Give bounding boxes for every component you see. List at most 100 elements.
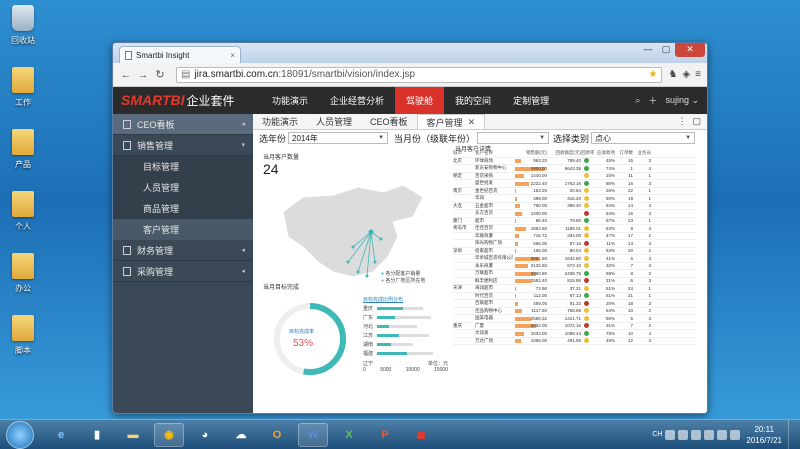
tray-icon[interactable] xyxy=(665,429,676,440)
sidebar-item-ceo-board[interactable]: CEO看板 ◂ xyxy=(113,114,253,135)
table-row[interactable]: 南京 金世纪百货 163.20 20.64 26% 22 1 xyxy=(453,188,696,195)
table-row[interactable]: 保定 百货采购 1440.00 10% 11 1 xyxy=(453,173,696,180)
sidebar-item-finance[interactable]: 财务管理 ◂ xyxy=(113,240,253,261)
table-row[interactable]: 国美电器 2560.32 1421.71 56% 5 3 xyxy=(453,315,696,323)
browser-tab[interactable]: Smartbi Insight × xyxy=(119,46,241,63)
reload-icon[interactable]: ↻ xyxy=(153,68,167,81)
table-row[interactable]: 阳光购物广场 566.00 97.16 11% 14 3 xyxy=(453,240,696,248)
word-icon[interactable]: W xyxy=(298,422,328,447)
maximize-button[interactable]: ▢ xyxy=(657,43,675,57)
table-cell: 3 xyxy=(648,270,651,276)
excel-icon[interactable]: X xyxy=(334,423,364,447)
table-row[interactable]: 厦门 超市 86.40 79.80 87% 23 1 xyxy=(453,218,696,225)
table-row[interactable]: 永乐商厦 2132.60 672.10 32% 7 3 xyxy=(453,263,696,270)
address-bar[interactable]: ▤ jira.smartbi.com.cn :18091/smartbi/vis… xyxy=(176,66,663,83)
desktop-icon-product[interactable]: 产品 xyxy=(4,126,42,186)
add-icon[interactable]: ＋ xyxy=(648,94,657,107)
table-row[interactable]: 盛世批发 2222.40 1762.16 80% 16 3 xyxy=(453,180,696,188)
table-row[interactable]: 万联超市 3460.80 2408.76 69% 8 3 xyxy=(453,270,696,278)
table-row[interactable]: 鲜丰便利店 2592.40 815.86 31% 6 3 xyxy=(453,278,696,285)
window-titlebar[interactable]: Smartbi Insight × — ▢ ✕ xyxy=(113,43,707,63)
chrome-icon[interactable]: ◉ xyxy=(154,422,184,447)
sidebar-subitem-targets[interactable]: 目标管理 xyxy=(113,156,253,177)
tab-customers[interactable]: 客户管理 ✕ xyxy=(416,114,486,129)
sidebar-item-procurement[interactable]: 采购管理 ◂ xyxy=(113,261,253,282)
ie-icon[interactable]: e xyxy=(46,423,76,447)
more-icon[interactable]: ⋮ xyxy=(677,116,686,127)
nav-item-my-space[interactable]: 我的空间 xyxy=(444,87,502,114)
tray-icon[interactable] xyxy=(691,429,702,440)
pdf-icon[interactable]: ◼ xyxy=(406,423,436,447)
qq-icon[interactable]: ◕ xyxy=(190,423,220,447)
table-row[interactable]: 深圳 佰家超市 165.00 90.04 63% 20 2 xyxy=(453,248,696,255)
table-row[interactable]: 万达广场 1056.00 491.98 49% 12 3 xyxy=(453,338,696,345)
table-row[interactable]: 大连 五金超市 760.00 369.40 54% 14 3 xyxy=(453,202,696,210)
table-row[interactable]: 北京 环球商场 963.20 789.40 45% 15 3 xyxy=(453,158,696,165)
nav-item-cockpit[interactable]: 驾驶舱 xyxy=(395,87,445,114)
show-desktop-button[interactable] xyxy=(788,419,800,449)
powerpoint-icon[interactable]: P xyxy=(370,423,400,447)
user-name: sujing xyxy=(665,95,689,105)
table-row[interactable]: 新东安购物中心 4900.00 6643.35 74% 1 4 xyxy=(453,165,696,173)
clock[interactable]: 20:11 2016/7/21 xyxy=(740,424,788,446)
tab-demo[interactable]: 功能演示 xyxy=(253,114,307,129)
tray-icon[interactable] xyxy=(678,429,689,440)
cloud-icon[interactable]: ☁ xyxy=(226,423,256,447)
table-row[interactable]: 华联商厦 716.72 334.00 47% 17 2 xyxy=(453,233,696,240)
table-row[interactable]: 时代百货 112.00 87.13 61% 21 1 xyxy=(453,293,696,300)
nav-item-demo[interactable]: 功能演示 xyxy=(261,87,319,114)
shield-icon[interactable]: ◈ xyxy=(682,69,690,80)
month-select[interactable]: ▼ xyxy=(477,132,550,144)
explorer-folder-icon[interactable]: ▬ xyxy=(118,423,148,447)
table-row[interactable]: 大润发 1533.00 1098.44 75% 10 4 xyxy=(453,330,696,338)
desktop-icon-personal[interactable]: 个人 xyxy=(4,188,42,248)
desktop-icon-script[interactable]: 脚本 xyxy=(4,312,42,372)
table-cell: 大连 xyxy=(453,202,462,208)
table-row[interactable]: 百联超市 459.00 91.32 20% 18 3 xyxy=(453,300,696,308)
year-select[interactable]: 2014年 ▼ xyxy=(288,132,389,144)
table-row[interactable]: 青岛市 佳佳百货 1863.60 1188.01 63% 9 3 xyxy=(453,225,696,233)
category-select[interactable]: 点心 ▼ xyxy=(591,132,696,144)
bookmark-star-icon[interactable]: ★ xyxy=(649,69,658,80)
tab-staff[interactable]: 人员管理 xyxy=(307,114,361,129)
forward-arrow-icon[interactable]: → xyxy=(136,69,150,81)
volume-icon[interactable] xyxy=(730,429,741,440)
close-tab-icon[interactable]: × xyxy=(230,51,235,60)
desktop-icon-office[interactable]: 办公 xyxy=(4,250,42,310)
minimize-button[interactable]: — xyxy=(639,43,657,57)
sales-cell: 3462.00 xyxy=(513,323,547,329)
search-icon[interactable]: ⌕ xyxy=(635,95,640,106)
outlook-icon[interactable]: O xyxy=(262,423,292,447)
nav-item-custom-management[interactable]: 定制管理 xyxy=(502,87,560,114)
desktop-icon-work[interactable]: 工作 xyxy=(4,64,42,124)
usb-icon[interactable]: ▮ xyxy=(82,423,112,447)
sidebar-subitem-staff[interactable]: 人员管理 xyxy=(113,177,253,198)
sidebar-subitem-customers[interactable]: 客户管理 xyxy=(113,219,253,240)
start-button[interactable] xyxy=(6,420,34,449)
user-menu[interactable]: sujing ⌄ xyxy=(665,95,699,106)
table-row[interactable]: 东方百货 1200.00 54% 16 3 xyxy=(453,210,696,218)
close-icon[interactable]: ✕ xyxy=(468,117,476,128)
status-dot-cell xyxy=(581,188,597,194)
menu-icon[interactable]: ≡ xyxy=(695,69,701,80)
sales-cell: 112.00 xyxy=(515,293,547,299)
fullscreen-icon[interactable]: ▢ xyxy=(692,116,701,127)
sidebar-subitem-products[interactable]: 商品管理 xyxy=(113,198,253,219)
network-icon[interactable] xyxy=(717,429,728,440)
nav-item-business-analysis[interactable]: 企业经营分析 xyxy=(319,87,395,114)
table-row[interactable]: 天津 海润超市 72.96 37.21 51% 24 1 xyxy=(453,285,696,293)
back-arrow-icon[interactable]: ← xyxy=(119,69,133,81)
sidebar-item-sales[interactable]: 销售管理 ▾ xyxy=(113,135,253,156)
tray-icon[interactable] xyxy=(704,429,715,440)
desktop-icon-recycle-bin[interactable]: 回收站 xyxy=(4,2,42,62)
table-row[interactable]: 重庆 广夏 3462.00 1072.16 31% 7 2 xyxy=(453,323,696,330)
tab-ceo-board[interactable]: CEO看板 xyxy=(361,114,417,129)
table-cell: 3 xyxy=(648,263,651,269)
table-row[interactable]: 佳品购物中心 1117.60 708.88 63% 10 3 xyxy=(453,308,696,315)
extension-icon[interactable]: ♞ xyxy=(668,69,677,80)
table-row[interactable]: 华润 399.00 315.20 80% 19 1 xyxy=(453,195,696,203)
table-cell: 1634.80 xyxy=(564,255,581,261)
close-window-button[interactable]: ✕ xyxy=(675,43,705,57)
language-indicator[interactable]: CH xyxy=(652,431,662,438)
table-row[interactable]: 华侨城百货有限公司 3991.60 1634.80 41% 6 3 xyxy=(453,255,696,263)
